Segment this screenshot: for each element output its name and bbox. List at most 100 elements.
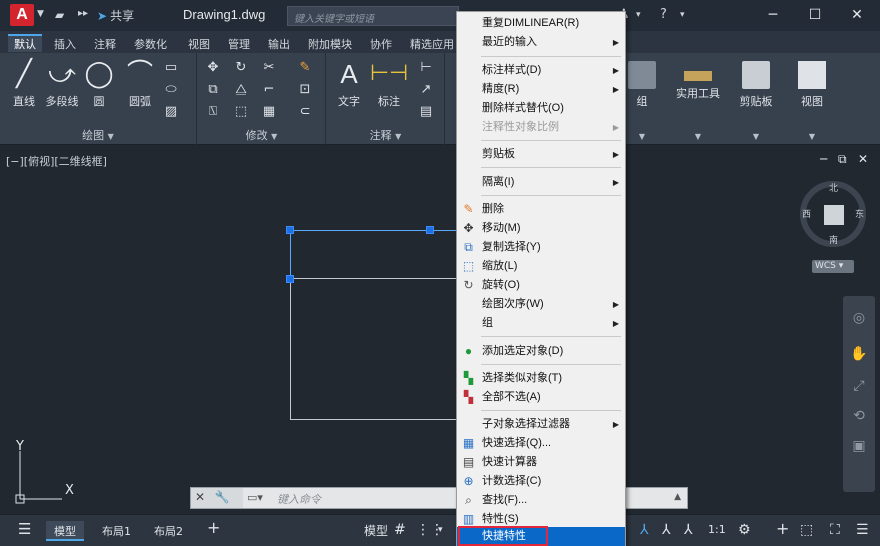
rectangle-icon[interactable]: ▭ xyxy=(162,59,180,77)
tab-output[interactable]: 输出 xyxy=(262,34,296,52)
arc-tool[interactable]: ⌒ 圆弧 xyxy=(118,57,162,109)
tab-parametric[interactable]: 参数化 xyxy=(128,34,173,52)
pan-icon[interactable]: ✋ xyxy=(849,346,869,366)
array-tool-icon[interactable]: ▦ xyxy=(260,103,278,121)
grip-handle[interactable] xyxy=(286,226,294,234)
fullscreen-icon[interactable]: ⛶ xyxy=(830,522,840,538)
viewcube-top-face[interactable] xyxy=(824,205,844,225)
search-input[interactable]: 键入关键字或短语 xyxy=(287,6,459,26)
annotation-monitor-icon[interactable]: + xyxy=(776,519,789,538)
tab-insert[interactable]: 插入 xyxy=(48,34,82,52)
draw-panel-title[interactable]: 绘图 ▼ xyxy=(0,127,196,143)
wcs-menu[interactable]: WCS ▾ xyxy=(812,260,854,273)
scale-readout[interactable]: 1:1 xyxy=(708,523,726,536)
viewport-minimize-icon[interactable]: ─ xyxy=(820,152,827,166)
more-quick-access-icon[interactable]: ▸▸ xyxy=(78,8,88,19)
annotation-scale-icon[interactable]: ⅄ xyxy=(640,522,649,538)
annotation-visibility-icon[interactable]: ⅄ xyxy=(662,522,671,538)
showmotion-icon[interactable]: ▣ xyxy=(849,438,869,458)
help-icon[interactable]: ? xyxy=(660,7,667,22)
ellipse-icon[interactable]: ⬭ xyxy=(162,81,180,99)
menu-item-remove-overrides[interactable]: 删除样式替代(O) xyxy=(457,99,625,118)
open-file-icon[interactable]: ▰ xyxy=(55,8,64,22)
menu-item-clipboard[interactable]: 剪贴板 ▶ xyxy=(457,145,625,164)
modify-panel-title[interactable]: 修改 ▼ xyxy=(198,127,325,143)
menu-item-group[interactable]: 组 ▶ xyxy=(457,314,625,333)
drawing-canvas[interactable]: [−][俯视][二维线框] Y X ─ ⧉ ✕ 北 南 东 西 WCS ▾ ◎ … xyxy=(0,146,880,514)
menu-item-scale[interactable]: ⬚ 缩放(L) xyxy=(457,257,625,276)
command-history-icon[interactable]: ▭▾ xyxy=(247,491,263,504)
viewport-close-icon[interactable]: ✕ xyxy=(858,152,868,166)
tab-manage[interactable]: 管理 xyxy=(222,34,256,52)
dimension-tool[interactable]: ⊢⊣ 标注 xyxy=(367,57,411,109)
erase-tool-icon[interactable]: ✎ xyxy=(296,59,314,77)
zoom-extents-icon[interactable]: ⤢ xyxy=(849,378,869,398)
stretch-tool-icon[interactable]: ⍂ xyxy=(204,103,222,121)
grip-handle[interactable] xyxy=(426,226,434,234)
menu-item-move[interactable]: ✥ 移动(M) xyxy=(457,219,625,238)
tab-model[interactable]: 模型 xyxy=(46,521,84,541)
menu-item-dim-style[interactable]: 标注样式(D) ▶ xyxy=(457,61,625,80)
clipboard-panel[interactable]: 剪贴板 ▼ xyxy=(728,53,784,145)
leader-icon[interactable]: ↗ xyxy=(417,81,435,99)
trim-tool-icon[interactable]: ✂ xyxy=(260,59,278,77)
viewcube[interactable]: 北 南 东 西 xyxy=(800,181,866,247)
tab-annotate[interactable]: 注释 xyxy=(88,34,122,52)
add-layout-icon[interactable]: + xyxy=(207,518,220,537)
command-input[interactable]: 键入命令 xyxy=(277,491,321,507)
circle-tool[interactable]: ◯ 圆 xyxy=(77,57,121,109)
menu-item-rotate[interactable]: ↻ 旋转(O) xyxy=(457,276,625,295)
command-close-icon[interactable]: ✕ xyxy=(195,490,205,504)
menu-item-quickcalc[interactable]: ▤ 快速计算器 xyxy=(457,453,625,472)
command-customize-icon[interactable]: 🔧 xyxy=(215,490,230,504)
minimize-button[interactable]: ─ xyxy=(758,4,788,26)
tab-layout1[interactable]: 布局1 xyxy=(94,521,139,541)
linear-dim-icon[interactable]: ⊢ xyxy=(417,59,435,77)
customize-status-icon[interactable]: ☰ xyxy=(856,522,869,538)
rotate-tool-icon[interactable]: ↻ xyxy=(232,59,250,77)
app-menu-caret-icon[interactable]: ▼ xyxy=(37,9,44,19)
command-expand-icon[interactable]: ▲ xyxy=(674,492,681,502)
text-tool[interactable]: A 文字 xyxy=(327,57,371,109)
menu-item-add-selected[interactable]: ● 添加选定对象(D) xyxy=(457,342,625,361)
tab-addins[interactable]: 附加模块 xyxy=(302,34,358,52)
menu-item-count-selection[interactable]: ⊕ 计数选择(C) xyxy=(457,472,625,491)
tab-view[interactable]: 视图 xyxy=(182,34,216,52)
fillet-tool-icon[interactable]: ⌐ xyxy=(260,81,278,99)
menu-item-precision[interactable]: 精度(R) ▶ xyxy=(457,80,625,99)
menu-item-quick-select[interactable]: ▦ 快速选择(Q)... xyxy=(457,434,625,453)
menu-item-erase[interactable]: ✎ 删除 xyxy=(457,200,625,219)
tab-collaborate[interactable]: 协作 xyxy=(364,34,398,52)
menu-item-recent-input[interactable]: 最近的输入 ▶ xyxy=(457,33,625,52)
view-panel[interactable]: 视图 ▼ xyxy=(784,53,840,145)
viewport-label[interactable]: [−][俯视][二维线框] xyxy=(6,153,107,169)
menu-item-find[interactable]: ⌕ 查找(F)... xyxy=(457,491,625,510)
menu-item-deselect-all[interactable]: ▚ 全部不选(A) xyxy=(457,388,625,407)
offset-tool-icon[interactable]: ⊂ xyxy=(296,103,314,121)
selected-object[interactable] xyxy=(290,230,460,279)
auto-scale-icon[interactable]: ⅄ xyxy=(684,522,693,538)
copy-tool-icon[interactable]: ⧉ xyxy=(204,81,222,99)
workspace-gear-icon[interactable]: ⚙ xyxy=(738,522,751,538)
help-caret-icon[interactable]: ▾ xyxy=(680,10,685,20)
tab-default[interactable]: 默认 xyxy=(8,34,42,52)
orbit-icon[interactable]: ⟲ xyxy=(849,408,869,428)
user-caret-icon[interactable]: ▾ xyxy=(636,10,641,20)
menu-item-repeat-dimlinear[interactable]: 重复DIMLINEAR(R) xyxy=(457,14,625,33)
menu-item-subobject-filter[interactable]: 子对象选择过滤器 ▶ xyxy=(457,415,625,434)
menu-item-draw-order[interactable]: 绘图次序(W) ▶ xyxy=(457,295,625,314)
steering-wheel-icon[interactable]: ◎ xyxy=(849,310,869,330)
explode-tool-icon[interactable]: ⊡ xyxy=(296,81,314,99)
tab-layout2[interactable]: 布局2 xyxy=(146,521,191,541)
snap-caret-icon[interactable]: ▾ xyxy=(438,525,443,535)
hamburger-menu-icon[interactable]: ☰ xyxy=(18,520,31,538)
isolate-objects-icon[interactable]: ⬚ xyxy=(800,522,813,538)
menu-item-isolate[interactable]: 隔离(I) ▶ xyxy=(457,173,625,192)
tab-featured-apps[interactable]: 精选应用 xyxy=(404,34,460,52)
mirror-tool-icon[interactable]: ⧋ xyxy=(232,81,250,99)
close-button[interactable]: ✕ xyxy=(842,4,872,26)
maximize-button[interactable]: ☐ xyxy=(800,4,830,26)
table-icon[interactable]: ▤ xyxy=(417,103,435,121)
move-tool-icon[interactable]: ✥ xyxy=(204,59,222,77)
scale-tool-icon[interactable]: ⬚ xyxy=(232,103,250,121)
